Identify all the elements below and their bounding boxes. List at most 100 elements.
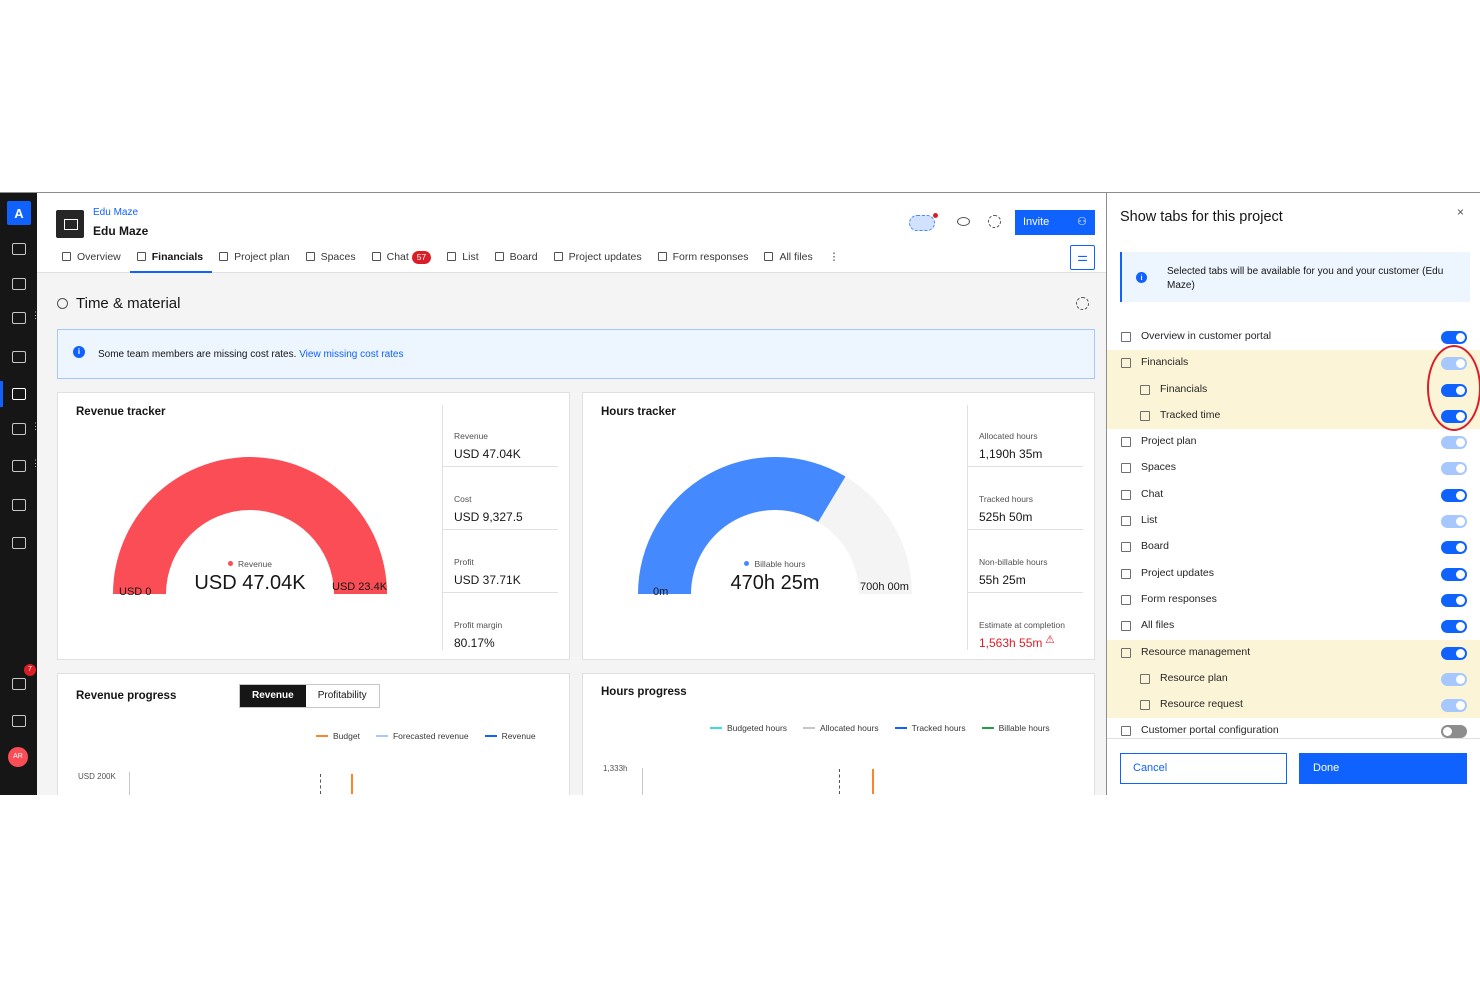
app-window: A ⋮ ⋮ ⋮ 7 AR Edu Maze Edu Maze Invite ⚇ O… (0, 192, 1480, 795)
toggle-switch[interactable] (1441, 646, 1467, 660)
overview-in-customer-portal-icon (1121, 332, 1131, 342)
team-avatars[interactable] (909, 215, 935, 231)
breadcrumb[interactable]: Edu Maze (93, 207, 138, 218)
stat-tracked-hours: Tracked hours 525h 50m (967, 468, 1083, 530)
hours-progress-legend: Budgeted hours Allocated hours Tracked h… (710, 723, 1050, 733)
tab-form-responses[interactable]: Form responses (651, 243, 758, 273)
tab-overview[interactable]: Overview (55, 243, 130, 273)
toggle-switch[interactable] (1441, 488, 1467, 502)
left-nav-rail: A ⋮ ⋮ ⋮ 7 AR (0, 193, 40, 795)
close-icon[interactable]: × (1457, 205, 1464, 219)
more-tabs-icon[interactable]: ⋮ (822, 243, 849, 273)
reports-icon[interactable] (12, 351, 26, 363)
row-label: All files (1141, 619, 1175, 632)
stat-revenue: Revenue USD 47.04K (442, 405, 558, 467)
financials-icon (136, 252, 146, 261)
tasks-icon[interactable] (12, 423, 26, 435)
tab-all-files[interactable]: All files (757, 243, 821, 273)
revenue-progress-legend: Budget Forecasted revenue Revenue (316, 731, 536, 741)
user-avatar[interactable]: AR (8, 747, 28, 767)
stat-label: Profit (454, 557, 474, 567)
profitability-toggle-button[interactable]: Profitability (306, 685, 379, 707)
tab-visibility-row: Chat (1107, 482, 1480, 508)
tab-visibility-row: Spaces (1107, 455, 1480, 481)
settings-gear-icon[interactable] (988, 215, 1001, 228)
tab-settings-button[interactable]: ⚌ (1070, 245, 1095, 270)
revenue-progress-title: Revenue progress (76, 690, 177, 702)
tab-visibility-row: Financials (1107, 376, 1480, 403)
tab-chat[interactable]: Chat 57 (365, 243, 441, 273)
cancel-button[interactable]: Cancel (1120, 753, 1287, 784)
revenue-tracker-card: Revenue tracker USD 0 USD 23.4K Revenue … (57, 392, 570, 660)
stat-label: Allocated hours (979, 431, 1038, 441)
dashboard-icon[interactable] (12, 312, 26, 324)
done-button[interactable]: Done (1299, 753, 1467, 784)
stat-non-billable-hours: Non-billable hours 55h 25m (967, 531, 1083, 593)
toggle-switch[interactable] (1441, 331, 1467, 344)
toggle-switch[interactable] (1441, 541, 1467, 555)
tab-visibility-row: Overview in customer portal (1107, 324, 1480, 350)
invite-label: Invite (1023, 216, 1050, 228)
stat-profit-margin: Profit margin 80.17% (442, 594, 558, 656)
tab-label: Financials (151, 251, 204, 263)
tab-visibility-row: Form responses (1107, 587, 1480, 613)
timesheets-icon[interactable] (12, 499, 26, 511)
project-header: Edu Maze Edu Maze Invite ⚇ Overview Financ… (37, 193, 1106, 273)
toggle-switch[interactable] (1441, 620, 1467, 634)
stat-label: Non-billable hours (979, 557, 1048, 567)
hours-y-axis-label: 1,333h (603, 764, 628, 773)
messages-icon[interactable] (12, 715, 26, 727)
hours-center-legend-text: Billable hours (754, 559, 806, 569)
view-missing-cost-link[interactable]: View missing cost rates (299, 349, 403, 360)
tab-project-plan[interactable]: Project plan (212, 243, 298, 273)
revenue-center-legend: Revenue (150, 559, 350, 569)
row-label: Resource plan (1160, 671, 1228, 684)
tab-board[interactable]: Board (488, 243, 547, 273)
legend-revenue: Revenue (484, 731, 536, 741)
legend-budgeted-hours: Budgeted hours (710, 723, 787, 733)
tab-label: Project plan (234, 251, 290, 263)
revenue-center-value: USD 47.04K (194, 572, 306, 594)
section-settings-icon[interactable] (1076, 297, 1089, 310)
tab-spaces[interactable]: Spaces (299, 243, 365, 273)
panel-footer: Cancel Done (1107, 738, 1480, 795)
tab-list[interactable]: List (440, 243, 487, 273)
legend-forecasted-revenue: Forecasted revenue (375, 731, 469, 741)
home-icon[interactable] (12, 278, 26, 290)
revenue-center-legend-text: Revenue (237, 559, 273, 569)
toggle-switch (1441, 515, 1467, 529)
hours-progress-title: Hours progress (601, 686, 687, 698)
revenue-y-axis (129, 772, 130, 795)
revenue-toggle-button[interactable]: Revenue (240, 685, 306, 707)
show-tabs-panel: Show tabs for this project × i Selected … (1106, 193, 1480, 795)
row-label: Project plan (1141, 435, 1197, 448)
tab-project-updates[interactable]: Project updates (547, 243, 651, 273)
hours-center-value: 470h 25m (730, 572, 820, 594)
toggle-switch[interactable] (1441, 593, 1467, 607)
toggle-switch[interactable] (1441, 567, 1467, 581)
tab-label: Project updates (568, 251, 642, 263)
people-icon[interactable] (12, 460, 26, 472)
section-title: Time & material (57, 295, 180, 312)
tab-visibility-row: Resource request (1107, 692, 1480, 719)
toggle-switch[interactable] (1441, 725, 1467, 739)
row-label: Overview in customer portal (1141, 330, 1272, 342)
tab-financials[interactable]: Financials (129, 243, 213, 273)
financials-icon (1140, 384, 1150, 395)
project-plan-icon (219, 252, 229, 261)
project-plan-icon (1121, 437, 1131, 448)
eye-icon[interactable] (957, 217, 970, 226)
missing-cost-notice: i Some team members are missing cost rat… (57, 329, 1095, 379)
apps-icon[interactable] (12, 678, 26, 690)
notifications-icon[interactable] (12, 243, 26, 255)
invoices-icon[interactable] (12, 537, 26, 549)
highlight-annotation-circle (1427, 345, 1480, 431)
row-label: Financials (1141, 356, 1189, 369)
projects-icon[interactable] (12, 388, 26, 400)
invite-button[interactable]: Invite ⚇ (1015, 210, 1095, 235)
tab-label: Chat (386, 251, 409, 263)
app-logo[interactable]: A (7, 201, 31, 225)
row-label: Spaces (1141, 461, 1177, 474)
toggle-switch (1441, 436, 1467, 450)
row-label: Resource request (1160, 698, 1243, 711)
